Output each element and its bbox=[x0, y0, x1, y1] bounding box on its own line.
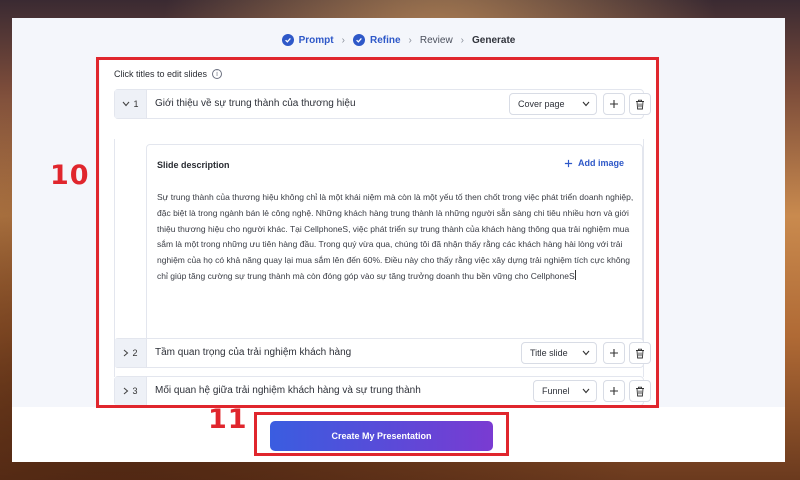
annotation-box-11 bbox=[254, 412, 509, 456]
check-icon bbox=[281, 34, 294, 46]
step-label: Prompt bbox=[298, 34, 334, 46]
step-label: Refine bbox=[369, 34, 401, 46]
progress-stepper: Prompt › Refine › Review › Generate bbox=[12, 30, 785, 50]
check-icon bbox=[352, 34, 365, 46]
chevron-right-icon: › bbox=[341, 34, 345, 46]
annotation-number-11: 11 bbox=[208, 404, 248, 435]
chevron-right-icon: › bbox=[408, 34, 412, 46]
step-prompt[interactable]: Prompt bbox=[281, 34, 334, 46]
annotation-number-10: 10 bbox=[50, 160, 90, 191]
step-generate[interactable]: Generate bbox=[472, 35, 515, 46]
step-refine[interactable]: Refine bbox=[352, 34, 401, 46]
chevron-right-icon: › bbox=[460, 34, 465, 46]
step-review[interactable]: Review bbox=[420, 35, 453, 46]
annotation-box-10 bbox=[96, 57, 659, 408]
step-label: Generate bbox=[472, 34, 516, 46]
step-label: Review bbox=[419, 34, 453, 46]
